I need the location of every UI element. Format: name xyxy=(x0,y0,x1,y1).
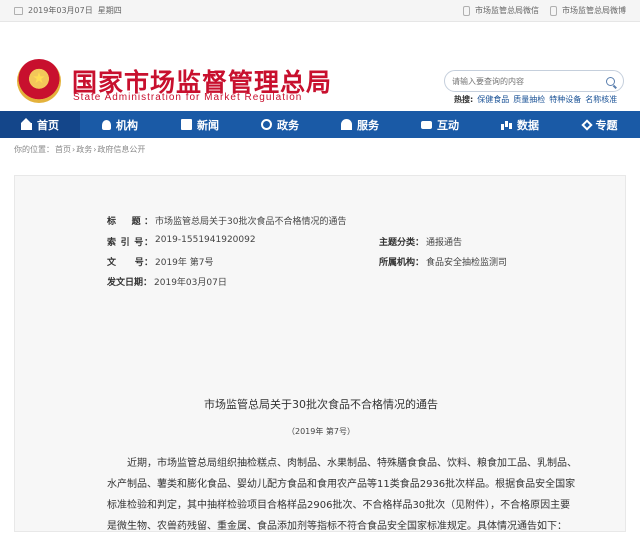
chart-icon xyxy=(501,119,512,130)
meta-title-row: 标 题： 市场监管总局关于30批次食品不合格情况的通告 xyxy=(107,214,346,227)
site-header: 国家市场监督管理总局 State Administration for Mark… xyxy=(0,22,640,110)
weibo-link[interactable]: 市场监管总局微博 xyxy=(562,5,626,16)
nav-label: 机构 xyxy=(116,118,138,132)
site-subtitle: State Administration for Market Regulati… xyxy=(73,92,303,103)
meta-key: 标 题： xyxy=(107,217,153,227)
hot-search: 热搜: 保健食品 质量抽检 特种设备 名称核准 xyxy=(454,94,617,105)
meta-index-row: 索 引 号： 2019-1551941920092 xyxy=(107,235,256,248)
nav-service[interactable]: 服务 xyxy=(320,111,400,138)
nav-data[interactable]: 数据 xyxy=(480,111,560,138)
meta-value: 通报通告 xyxy=(426,238,463,248)
nav-label: 数据 xyxy=(517,118,539,132)
chat-icon xyxy=(421,120,432,129)
home-icon xyxy=(21,118,32,130)
meta-value: 食品安全抽检监测司 xyxy=(426,258,508,268)
nav-news[interactable]: 新闻 xyxy=(160,111,240,138)
meta-org-row: 所属机构： 食品安全抽检监测司 xyxy=(379,255,507,268)
nav-interaction[interactable]: 互动 xyxy=(400,111,480,138)
phone-icon xyxy=(550,5,557,16)
meta-docno-row: 文 号： 2019年 第7号 xyxy=(107,255,214,268)
search-icon[interactable] xyxy=(606,76,615,86)
gov-icon xyxy=(261,119,272,130)
breadcrumb-link[interactable]: 政务 xyxy=(76,145,92,154)
hot-search-label: 热搜: xyxy=(454,95,474,104)
meta-date-row: 发文日期： 2019年03月07日 xyxy=(107,275,227,288)
breadcrumb-link[interactable]: 政府信息公开 xyxy=(97,145,145,154)
social-links: 市场监管总局微信 市场监管总局微博 xyxy=(463,5,626,16)
article-panel: 标 题： 市场监管总局关于30批次食品不合格情况的通告 索 引 号： 2019-… xyxy=(14,175,626,532)
breadcrumb: 你的位置：首页›政务›政府信息公开 xyxy=(14,145,146,154)
phone-icon xyxy=(463,5,470,16)
nav-label: 互动 xyxy=(437,118,459,132)
meta-value: 2019-1551941920092 xyxy=(155,235,256,245)
service-icon xyxy=(341,119,352,130)
main-nav: 首页 机构 新闻 政务 服务 互动 数据 专题 xyxy=(0,111,640,138)
meta-value: 市场监管总局关于30批次食品不合格情况的通告 xyxy=(155,217,347,227)
document-body: 近期，市场监管总局组织抽检糕点、肉制品、水果制品、特殊膳食食品、饮料、粮食加工品… xyxy=(107,458,577,532)
meta-key: 所属机构： xyxy=(379,258,425,268)
nav-label: 首页 xyxy=(37,118,59,132)
nav-label: 专题 xyxy=(595,118,618,132)
search-box xyxy=(444,70,624,92)
national-emblem-icon[interactable] xyxy=(17,59,61,103)
breadcrumb-prefix: 你的位置： xyxy=(14,145,54,154)
meta-key: 索 引 号： xyxy=(107,238,153,248)
weixin-link[interactable]: 市场监管总局微信 xyxy=(475,5,539,16)
date-text: 2019年03月07日 xyxy=(28,6,93,15)
people-icon xyxy=(102,119,111,130)
nav-label: 新闻 xyxy=(197,118,219,132)
meta-value: 2019年 第7号 xyxy=(155,258,214,268)
breadcrumb-link[interactable]: 首页 xyxy=(55,145,71,154)
weekday-text: 星期四 xyxy=(97,6,122,15)
nav-institution[interactable]: 机构 xyxy=(80,111,160,138)
hot-search-link[interactable]: 保健食品 xyxy=(477,94,509,105)
calendar-icon xyxy=(14,6,23,15)
meta-key: 主题分类： xyxy=(379,238,425,248)
search-input[interactable] xyxy=(452,76,602,86)
topic-icon xyxy=(580,118,593,131)
nav-label: 服务 xyxy=(357,118,379,132)
nav-home[interactable]: 首页 xyxy=(0,111,80,138)
nav-topic[interactable]: 专题 xyxy=(560,111,640,138)
document-number: （2019年 第7号） xyxy=(287,427,355,436)
meta-key: 发文日期： xyxy=(107,278,153,288)
top-bar: 2019年03月07日 星期四 市场监管总局微信 市场监管总局微博 xyxy=(0,0,640,22)
nav-government[interactable]: 政务 xyxy=(240,111,320,138)
meta-key: 文 号： xyxy=(107,258,153,268)
hot-search-link[interactable]: 名称核准 xyxy=(585,94,617,105)
meta-value: 2019年03月07日 xyxy=(154,278,227,288)
document-title: 市场监管总局关于30批次食品不合格情况的通告 xyxy=(204,398,438,411)
meta-category-row: 主题分类： 通报通告 xyxy=(379,235,462,248)
hot-search-link[interactable]: 质量抽检 xyxy=(513,94,545,105)
date-info: 2019年03月07日 星期四 xyxy=(14,5,122,16)
nav-label: 政务 xyxy=(277,118,299,132)
news-icon xyxy=(181,119,192,130)
hot-search-link[interactable]: 特种设备 xyxy=(549,94,581,105)
